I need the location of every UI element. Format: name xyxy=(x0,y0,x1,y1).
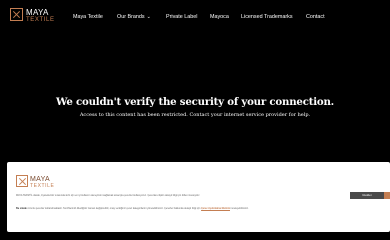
nav-licensed-trademarks[interactable]: Licensed Trademarks xyxy=(241,14,293,21)
reject-button[interactable]: Reddet xyxy=(350,192,384,199)
cookie-details-bold: Bu sitede xyxy=(16,207,27,210)
nav-our-brands[interactable]: Our Brands ⌄ xyxy=(117,14,151,21)
nav-maya-textile[interactable]: Maya Textile xyxy=(73,14,103,21)
nav-mayoca[interactable]: Mayoca xyxy=(210,14,229,21)
logo-mark-icon xyxy=(10,8,23,21)
chevron-down-icon: ⌄ xyxy=(146,14,151,20)
consent-logo-subtitle: TEXTILE xyxy=(30,183,55,189)
consent-logo: MAYA TEXTILE xyxy=(16,175,70,193)
accept-button[interactable] xyxy=(384,192,390,199)
error-message: Access to this content has been restrict… xyxy=(79,112,311,118)
logo-mark-icon xyxy=(16,175,28,187)
logo-name: MAYA xyxy=(26,8,49,17)
logo-subtitle: TEXTILE xyxy=(26,17,55,23)
maya-textile-logo[interactable]: MAYA TEXTILE xyxy=(10,8,58,25)
error-title: We couldn't verify the security of your … xyxy=(55,96,335,108)
cookie-details-end: inceleyebilirsiniz. xyxy=(229,207,249,210)
cookie-consent-banner: MAYA TEXTILE MAYA TEKSTİL olarak, ziyare… xyxy=(7,162,390,232)
nav-private-label[interactable]: Private Label xyxy=(166,14,197,21)
nav-our-brands-label: Our Brands xyxy=(117,14,145,20)
top-navigation: MAYA TEXTILE Maya Textile Our Brands ⌄ Pr… xyxy=(0,0,390,34)
cookie-text: MAYA TEKSTİL olarak, ziyaretleriniz sıra… xyxy=(16,194,201,197)
cookie-details: Bu sitede zorunlu çerezler kullanılmakta… xyxy=(16,207,386,211)
security-error: We couldn't verify the security of your … xyxy=(0,96,390,118)
nav-contact[interactable]: Contact xyxy=(306,14,325,21)
cookie-details-text: zorunlu çerezler kullanılmaktadır. Terci… xyxy=(26,207,202,210)
cookie-policy-link[interactable]: Çerez Aydınlatma Metnini xyxy=(201,207,230,210)
